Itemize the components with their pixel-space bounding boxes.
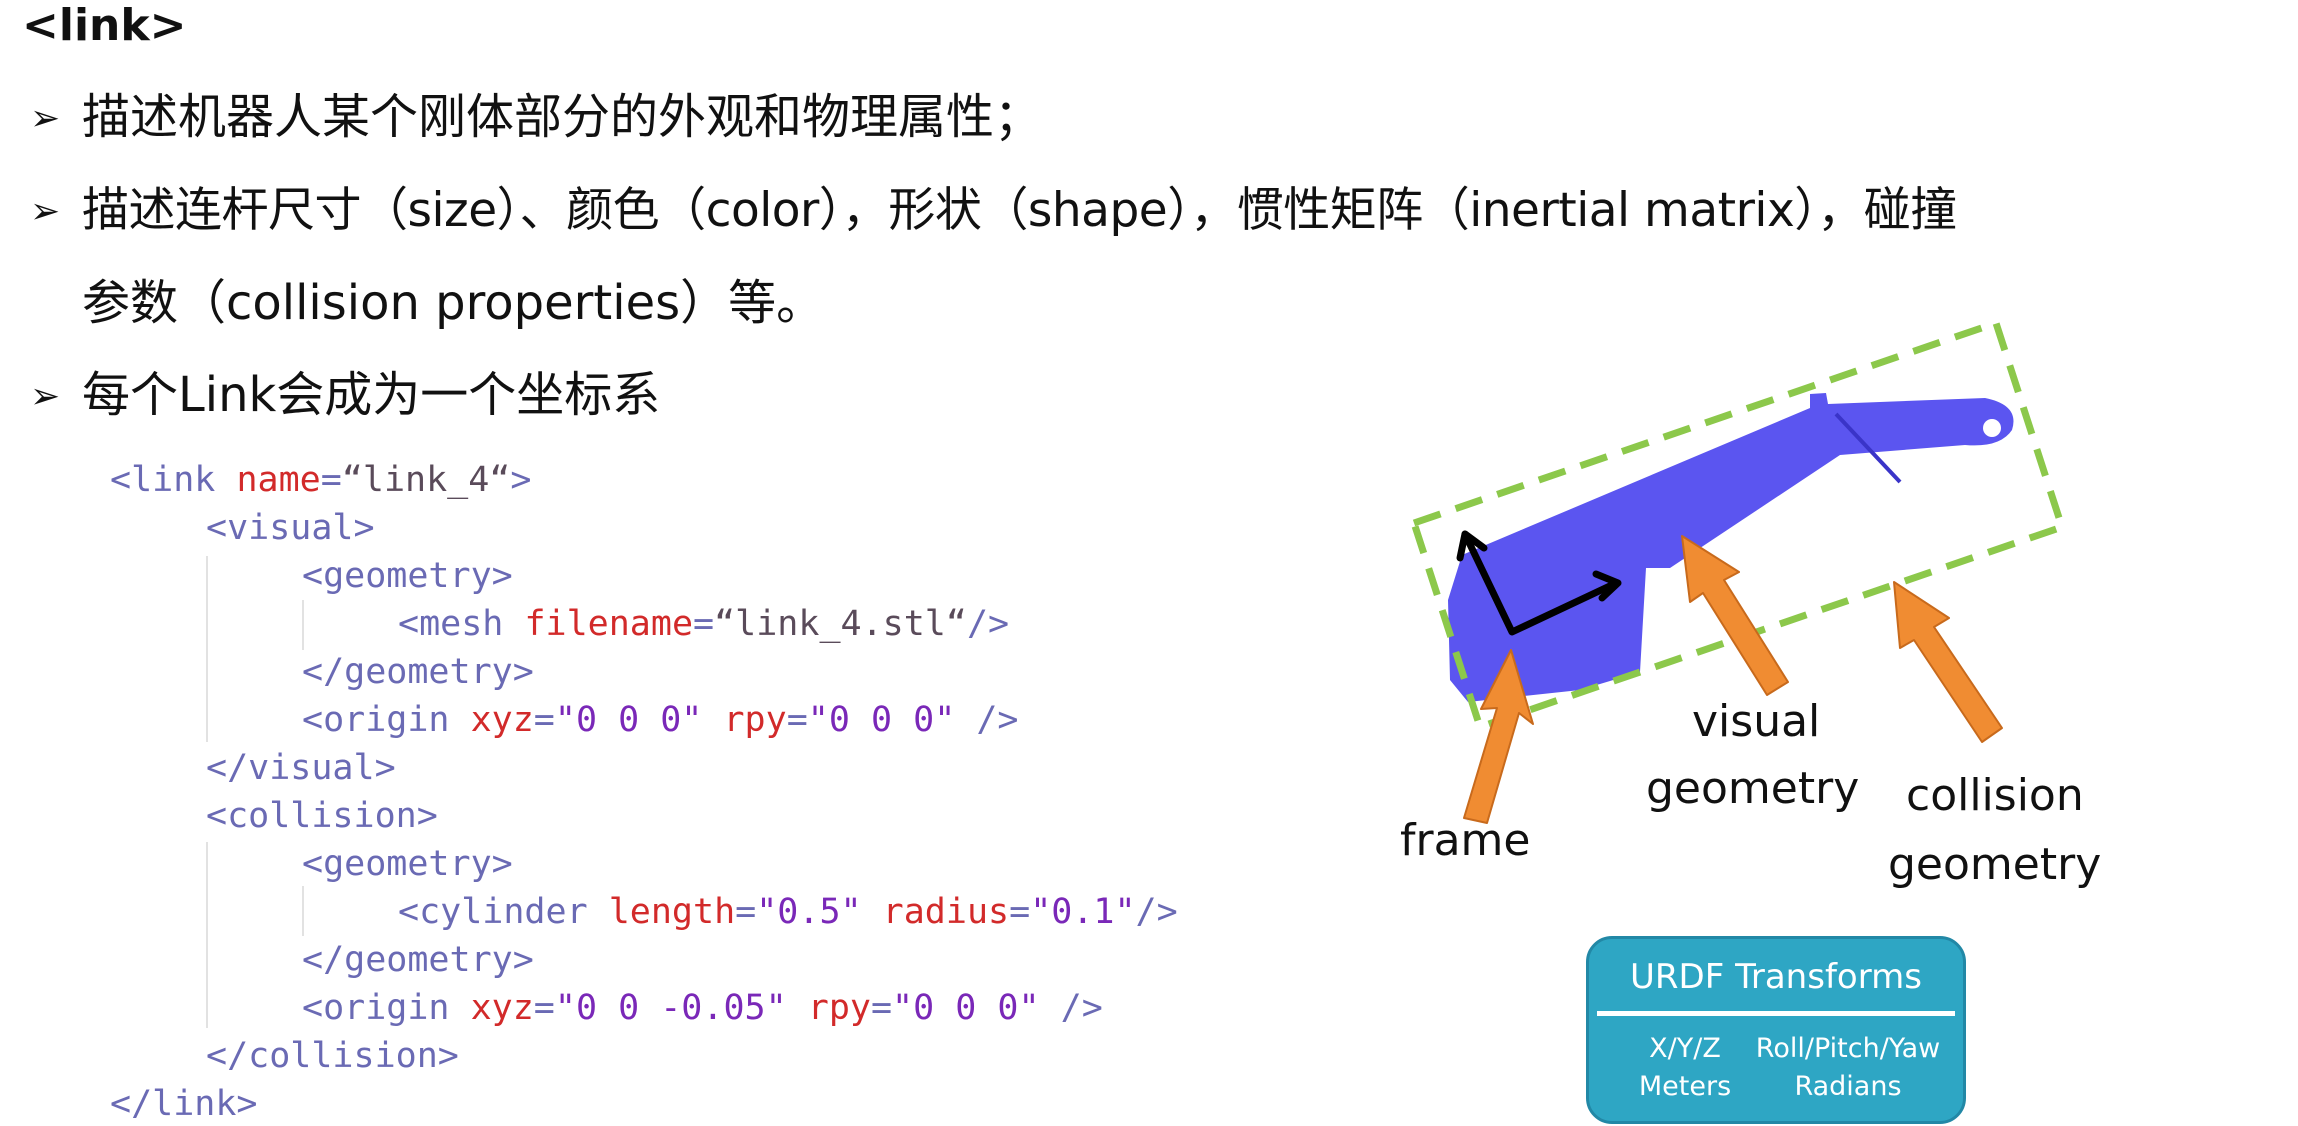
meters-label: Meters [1638,1071,1732,1102]
collision-label: collision [1906,770,2084,821]
link-hole [1983,419,2001,437]
visual-geometry-label: geometry [1646,763,1860,814]
visual-arrow-icon [1681,535,1789,696]
xyz-label: X/Y/Z [1649,1033,1721,1064]
collision-geometry-label: geometry [1888,839,2102,890]
urdf-divider [1597,1011,1955,1016]
frame-label: frame [1400,815,1531,866]
radians-label: Radians [1794,1071,1902,1102]
collision-arrow-icon [1893,581,2003,743]
visual-label: visual [1692,696,1821,747]
urdf-transforms-box: URDF Transforms X/Y/Z Meters Roll/Pitch/… [1586,936,1966,1124]
rpy-label: Roll/Pitch/Yaw [1755,1033,1941,1064]
urdf-transforms-title: URDF Transforms [1630,957,1922,997]
